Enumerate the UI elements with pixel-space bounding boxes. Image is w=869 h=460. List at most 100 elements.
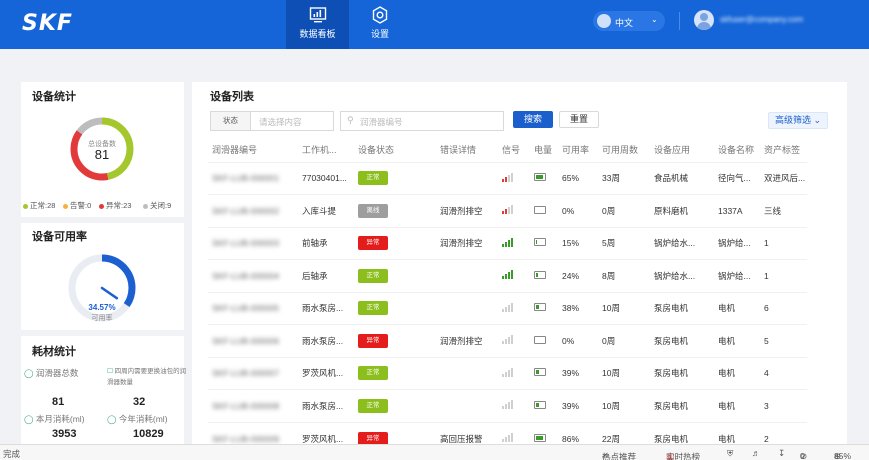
replace-soon-label: ☐ 四周内需要更换油包的润滑器数量 bbox=[107, 368, 187, 386]
cell-lubricator-id[interactable]: SKF-LUB-000006 bbox=[208, 324, 298, 357]
lubricator-id[interactable]: SKF-LUB-000004 bbox=[212, 271, 279, 281]
skf-logo[interactable]: SKF bbox=[22, 11, 73, 36]
search-input[interactable]: ⚲ 润滑器编号 bbox=[340, 111, 504, 131]
drop-icon: ◯ bbox=[24, 414, 34, 424]
battery-icon bbox=[534, 368, 546, 377]
signal-icon bbox=[502, 172, 514, 182]
table-row[interactable]: SKF-LUB-000002 入库斗提 离线 润滑剂排空 0% 0周 原料磨机 1337A 三线 bbox=[208, 194, 807, 227]
nav-dashboard[interactable]: 数据看板 bbox=[286, 0, 349, 49]
availability-value: 34.57% bbox=[88, 303, 116, 312]
cell-battery bbox=[530, 389, 558, 422]
column-header[interactable]: 资产标签 bbox=[760, 138, 807, 162]
cell-device-name: 电机 bbox=[714, 324, 760, 357]
status-badge: 正常 bbox=[358, 366, 388, 381]
lubricator-id[interactable]: SKF-LUB-000003 bbox=[212, 238, 279, 248]
column-header[interactable]: 信号 bbox=[498, 138, 530, 162]
table-row[interactable]: SKF-LUB-000007 罗茨风机... 正常 39% 10周 泵房电机 电机 4 bbox=[208, 356, 807, 390]
signal-icon bbox=[502, 335, 514, 345]
advanced-filter-button[interactable]: 高级筛选 ⌄ bbox=[768, 112, 828, 129]
cell-machine: 雨水泵房... bbox=[298, 389, 354, 422]
shield-icon[interactable]: ⛨ bbox=[727, 448, 733, 459]
cell-machine: 罗茨风机... bbox=[298, 356, 354, 390]
language-label: 中文 bbox=[615, 18, 634, 28]
box-icon: ☐ bbox=[107, 368, 113, 375]
cell-weeks: 0周 bbox=[598, 194, 650, 227]
cell-status: 正常 bbox=[354, 356, 436, 390]
column-header[interactable]: 设备状态 bbox=[354, 138, 436, 162]
language-selector[interactable]: 中文 ⌄ bbox=[593, 11, 665, 31]
column-header[interactable]: 设备名称 bbox=[714, 138, 760, 162]
cell-error bbox=[436, 291, 498, 325]
cell-signal bbox=[498, 259, 530, 292]
cell-application: 锅炉给水... bbox=[650, 226, 714, 260]
month-consumption-label: ◯ 本月消耗(ml) bbox=[24, 414, 85, 424]
signal-icon bbox=[502, 205, 514, 215]
cell-error: 润滑剂排空 bbox=[436, 324, 498, 357]
cell-application: 泵房电机 bbox=[650, 389, 714, 422]
column-header[interactable]: 电量 bbox=[530, 138, 558, 162]
cell-lubricator-id[interactable]: SKF-LUB-000002 bbox=[208, 194, 298, 227]
legend-warning: 告警:0 bbox=[63, 200, 91, 211]
lubricator-id[interactable]: SKF-LUB-000006 bbox=[212, 336, 279, 346]
status-badge: 离线 bbox=[358, 203, 388, 218]
cell-machine: 前轴承 bbox=[298, 226, 354, 260]
download-icon[interactable]: ↧ bbox=[778, 448, 785, 459]
year-consumption-label: ◯ 今年消耗(ml) bbox=[107, 414, 168, 424]
total-lubricators-value: 81 bbox=[52, 396, 65, 408]
table-row[interactable]: SKF-LUB-000003 前轴承 异常 润滑剂排空 15% 5周 锅炉给水... 锅炉给.… bbox=[208, 226, 807, 260]
cell-status: 离线 bbox=[354, 194, 436, 227]
cell-signal bbox=[498, 161, 530, 195]
cell-availability: 38% bbox=[558, 291, 598, 325]
battery-icon bbox=[534, 270, 546, 279]
legend-error: 异常:23 bbox=[99, 200, 131, 211]
table-row[interactable]: SKF-LUB-000001 77030401... 正常 65% 33周 食品机械 径向气… bbox=[208, 161, 807, 195]
column-header[interactable]: 错误详情 bbox=[436, 138, 498, 162]
lubricator-id[interactable]: SKF-LUB-000008 bbox=[212, 401, 279, 411]
status-badge: 异常 bbox=[358, 333, 388, 348]
lubricator-id[interactable]: SKF-LUB-000007 bbox=[212, 368, 279, 378]
column-header[interactable]: 润滑器编号 bbox=[208, 138, 298, 162]
signal-icon bbox=[502, 433, 514, 442]
cell-battery bbox=[530, 324, 558, 357]
status-filter[interactable]: 状态 请选择内容 bbox=[210, 111, 334, 131]
lubricator-id[interactable]: SKF-LUB-000009 bbox=[212, 434, 279, 444]
lubricator-id[interactable]: SKF-LUB-000002 bbox=[212, 206, 279, 216]
column-header[interactable]: 可用周数 bbox=[598, 138, 650, 162]
column-header[interactable]: 可用率 bbox=[558, 138, 598, 162]
cell-status: 正常 bbox=[354, 389, 436, 422]
status-badge: 正常 bbox=[358, 268, 388, 283]
table-row[interactable]: SKF-LUB-000006 雨水泵房... 异常 润滑剂排空 0% 0周 泵房电机 电机 5 bbox=[208, 324, 807, 357]
search-button[interactable]: 搜索 bbox=[513, 111, 553, 128]
cell-lubricator-id[interactable]: SKF-LUB-000007 bbox=[208, 356, 298, 390]
cell-lubricator-id[interactable]: SKF-LUB-000003 bbox=[208, 226, 298, 260]
speaker-icon[interactable]: ♬ bbox=[752, 448, 761, 458]
nav-settings[interactable]: 设置 bbox=[360, 0, 400, 49]
cell-asset-tag: 4 bbox=[760, 356, 807, 390]
user-email[interactable]: skfuser@company.com bbox=[720, 15, 803, 24]
device-list-title: 设备列表 bbox=[210, 91, 254, 103]
lubricator-id[interactable]: SKF-LUB-000005 bbox=[212, 303, 279, 313]
table-row[interactable]: SKF-LUB-000004 后轴承 正常 24% 8周 锅炉给水... 锅炉给... 1 bbox=[208, 259, 807, 292]
monitor-chart-icon bbox=[309, 7, 326, 23]
lubricator-id[interactable]: SKF-LUB-000001 bbox=[212, 173, 279, 183]
table-row[interactable]: SKF-LUB-000005 雨水泵房... 正常 38% 10周 泵房电机 电机 6 bbox=[208, 291, 807, 325]
cell-availability: 39% bbox=[558, 389, 598, 422]
cell-machine: 雨水泵房... bbox=[298, 324, 354, 357]
donut-center-total: 81 bbox=[94, 147, 110, 162]
reset-button[interactable]: 重置 bbox=[559, 111, 599, 128]
user-avatar[interactable] bbox=[694, 10, 714, 30]
column-header[interactable]: 工作机... bbox=[298, 138, 354, 162]
cell-availability: 15% bbox=[558, 226, 598, 260]
column-header[interactable]: 设备应用 bbox=[650, 138, 714, 162]
cell-lubricator-id[interactable]: SKF-LUB-000004 bbox=[208, 259, 298, 292]
cell-asset-tag: 3 bbox=[760, 389, 807, 422]
cell-lubricator-id[interactable]: SKF-LUB-000001 bbox=[208, 161, 298, 195]
table-row[interactable]: SKF-LUB-000008 雨水泵房... 正常 39% 10周 泵房电机 电机 3 bbox=[208, 389, 807, 422]
cell-weeks: 0周 bbox=[598, 324, 650, 357]
cell-lubricator-id[interactable]: SKF-LUB-000008 bbox=[208, 389, 298, 422]
cell-asset-tag: 5 bbox=[760, 324, 807, 357]
availability-needle bbox=[100, 286, 119, 300]
cell-lubricator-id[interactable]: SKF-LUB-000005 bbox=[208, 291, 298, 325]
cell-battery bbox=[530, 226, 558, 260]
battery-icon bbox=[534, 173, 546, 182]
